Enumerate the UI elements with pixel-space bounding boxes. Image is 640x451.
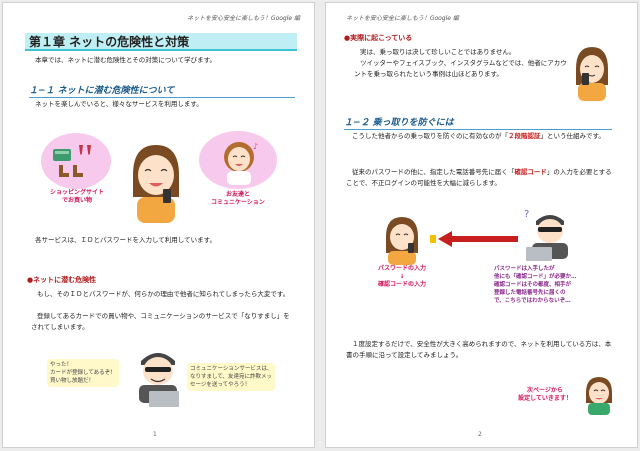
thief-note-line3: 確認コードはその都度、相手が bbox=[494, 282, 572, 288]
danger-text-2: 登録してあるカードでの買い物や、コミュニケーションのサービスで「なりすまし」をさ… bbox=[31, 312, 290, 331]
shopping-label-line1: ショッピングサイト bbox=[49, 189, 104, 196]
chapter-title: 第１章 ネットの危険性と対策 bbox=[25, 33, 297, 51]
code-text-prefix: 従来のパスワードの他に、指定した電話番号先に届く「 bbox=[352, 168, 515, 176]
code-text: 従来のパスワードの他に、指定した電話番号先に届く「確認コード」の入力を必要とする… bbox=[346, 167, 614, 189]
thief-speech-shopping: やった！ カードが登録してあるぞ！ 買い物し放題だ！ bbox=[47, 359, 119, 387]
prevent-text-suffix: 」という仕組みです。 bbox=[540, 132, 605, 140]
thief-speech-communication: コミュニケーションサービスは、 なりすまして、友達宛に詐欺メッ セージを送ってや… bbox=[187, 363, 276, 391]
shopping-label-line2: でお買い物 bbox=[61, 197, 92, 204]
actual-heading: ●実際に起こっている bbox=[344, 34, 413, 42]
thief-note-line1: パスワードは入手したが bbox=[494, 266, 555, 272]
code-label: 確認コードの入力 bbox=[377, 281, 426, 288]
thief-comm-line1: コミュニケーションサービスは、 bbox=[190, 366, 273, 372]
svg-text:♪: ♪ bbox=[253, 142, 258, 151]
flow-labels: パスワードの入力 ↓ 確認コードの入力 bbox=[366, 265, 438, 289]
shopping-items-icon bbox=[53, 145, 91, 177]
book-spread: ネットを安心安全に楽しもう！Google 編 第１章 ネットの危険性と対策 本章… bbox=[0, 0, 640, 451]
section-text: ネットを楽しんでいると、様々なサービスを利用します。 bbox=[35, 100, 203, 108]
running-header: ネットを安心安全に楽しもう！Google 編 bbox=[346, 15, 459, 22]
thief-speech-line1: やった！ bbox=[50, 362, 73, 368]
thief-comm-line2: なりすまして、友達宛に詐欺メッ bbox=[190, 374, 273, 380]
section-title: １−１ ネットに潜む危険性について bbox=[29, 83, 295, 98]
thief-speech-line2: カードが登録してあるぞ！ bbox=[50, 370, 116, 376]
thief-note-line2: 他にも「確認コード」が必要か… bbox=[494, 274, 577, 280]
page-right: ネットを安心安全に楽しもう！Google 編 ●実際に起こっている 実は、乗っ取… bbox=[325, 2, 638, 448]
page-left: ネットを安心安全に楽しもう！Google 編 第１章 ネットの危険性と対策 本章… bbox=[2, 2, 315, 448]
running-header: ネットを安心安全に楽しもう！Google 編 bbox=[187, 15, 300, 22]
thief-note-line5: で、こちらではわからないぞ… bbox=[494, 298, 571, 304]
section-title: １−２ 乗っ取りを防ぐには bbox=[344, 115, 612, 130]
danger-text-1: もし、そのＩＤとパスワードが、何らかの理由で他者に知られてしまったら大変です。 bbox=[37, 290, 290, 298]
prevent-text: こうした他者からの乗っ取りを防ぐのに有効なのが「２段階認証」という仕組みです。 bbox=[346, 131, 614, 142]
password-label: パスワードの入力 bbox=[377, 265, 426, 272]
next-line2: 設定していきます！ bbox=[518, 395, 572, 402]
down-arrow-icon: ↓ bbox=[399, 273, 405, 280]
closing-text: １度設定するだけで、安全性が大きく高められますので、ネットを利用している方は、本… bbox=[346, 340, 612, 359]
user-phone-illustration bbox=[386, 217, 418, 265]
thief-note-line4: 登録した電話番号先に届くの bbox=[494, 290, 566, 296]
thief-laptop-illustration bbox=[139, 353, 179, 407]
prevent-text-prefix: こうした他者からの乗っ取りを防ぐのに有効なのが「 bbox=[352, 132, 508, 140]
thief-note: パスワードは入手したが 他にも「確認コード」が必要か… 確認コードはその都度、相… bbox=[494, 265, 620, 305]
next-page-note: 次ページから 設定していきます！ bbox=[510, 387, 580, 403]
services-text: 各サービスは、ＩＤとパスワードを入力して利用しています。 bbox=[35, 236, 216, 244]
thief-laptop-illustration: ? bbox=[524, 209, 568, 261]
danger-heading: ●ネットに潜む危険性 bbox=[27, 276, 97, 284]
actual-text-1: 実は、乗っ取りは決して珍しいことではありません。 bbox=[360, 48, 516, 56]
friend-avatar-icon: ♪ bbox=[224, 142, 258, 185]
thief-speech-line3: 買い物し放題だ！ bbox=[50, 378, 95, 384]
woman-phone-illustration bbox=[576, 47, 608, 101]
svg-text:?: ? bbox=[524, 209, 529, 220]
woman-pointing-illustration bbox=[586, 377, 612, 415]
page-number: 1 bbox=[153, 431, 157, 438]
page-number: 2 bbox=[478, 431, 482, 438]
intro-text: 本章では、ネットに潜む危険性とその対策について学びます。 bbox=[35, 56, 216, 64]
code-highlight: 確認コード bbox=[514, 168, 547, 176]
thief-comm-line3: セージを送ってやろう！ bbox=[190, 382, 251, 388]
actual-text-2: ツイッターやフェイスブック、インスタグラムなどでは、他者にアカウントを乗っ取られ… bbox=[354, 59, 567, 78]
prevent-highlight: ２段階認証 bbox=[508, 132, 541, 140]
communication-label: お友達と コミュニケーション bbox=[203, 191, 273, 207]
communication-label-line1: お友達と bbox=[225, 191, 250, 198]
blocked-arrow-icon bbox=[430, 231, 518, 247]
communication-label-line2: コミュニケーション bbox=[211, 199, 265, 206]
shopping-label: ショッピングサイト でお買い物 bbox=[43, 189, 111, 205]
woman-smartphone-illustration bbox=[133, 145, 179, 223]
next-line1: 次ページから bbox=[527, 387, 563, 394]
